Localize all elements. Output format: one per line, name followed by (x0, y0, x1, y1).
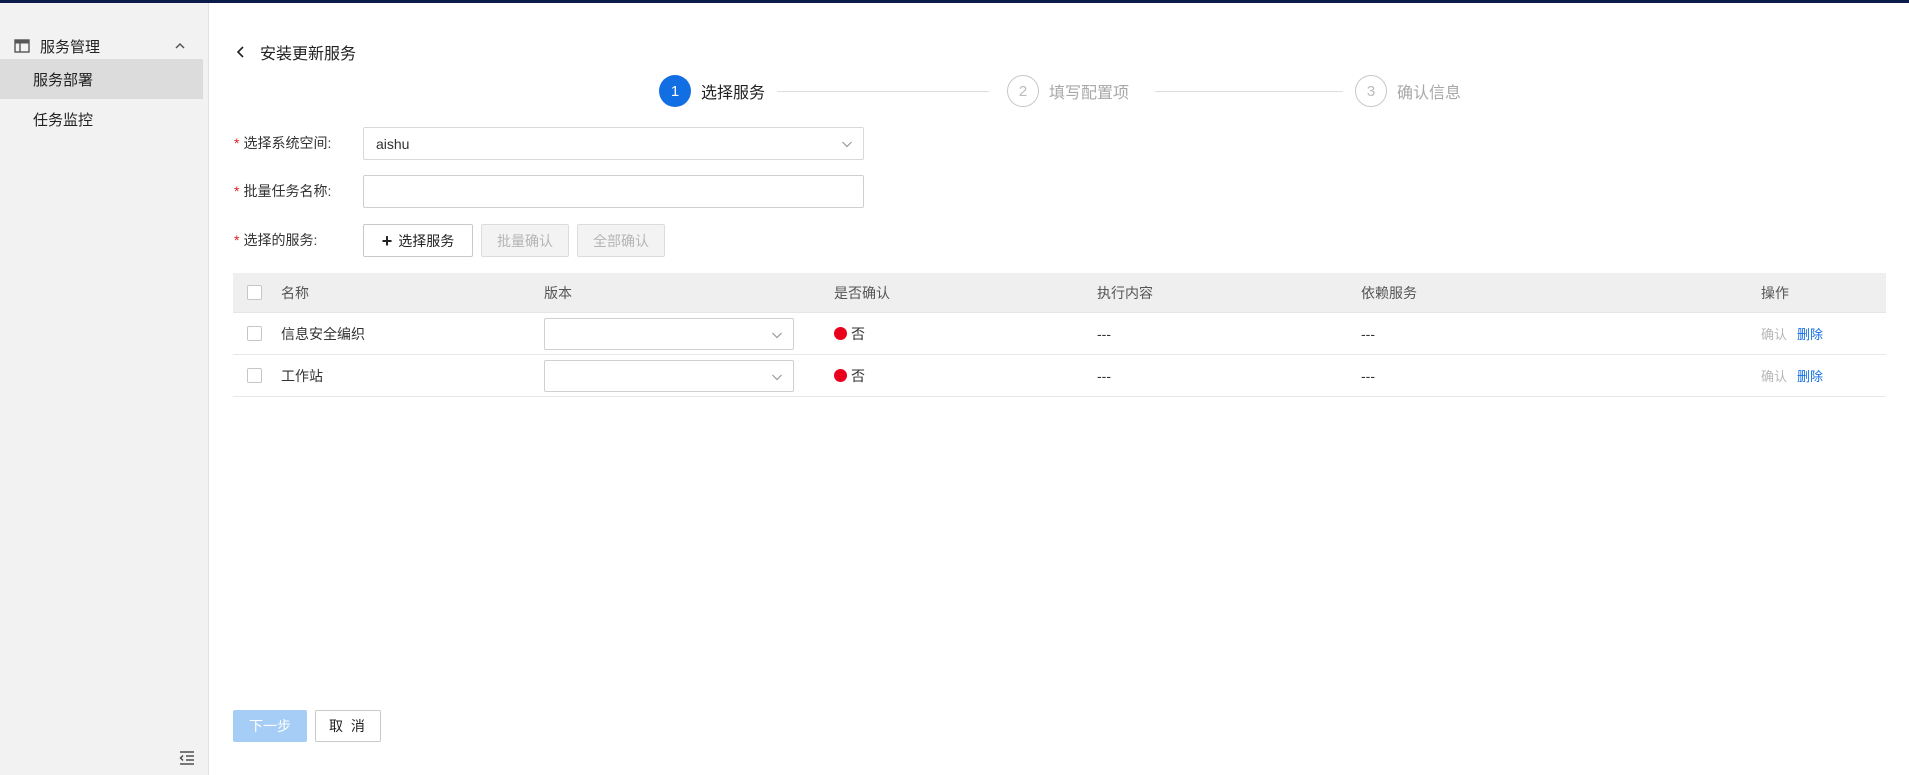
select-service-button-label: 选择服务 (398, 232, 455, 249)
column-header-dependency: 依赖服务 (1361, 284, 1417, 301)
column-header-actions: 操作 (1761, 284, 1789, 301)
table-row: 信息安全编织 否 --- --- 确认 删除 (233, 313, 1886, 355)
confirm-all-button[interactable]: 全部确认 (577, 224, 665, 257)
dependency: --- (1361, 325, 1375, 342)
task-name-label: * 批量任务名称: (234, 175, 331, 207)
sidebar-item-label: 服务部署 (33, 71, 94, 89)
select-all-checkbox[interactable] (247, 285, 262, 300)
namespace-select-value: aishu (376, 135, 410, 152)
sidebar: 服务管理 服务部署 任务监控 (0, 3, 209, 775)
next-step-button-label: 下一步 (249, 718, 291, 734)
step-fill-config: 2 填写配置项 (1007, 73, 1129, 109)
chevron-down-icon (772, 332, 782, 339)
services-label-text: 选择的服务: (243, 232, 318, 248)
menu-collapse-icon[interactable] (178, 750, 196, 766)
table-row: 工作站 否 --- --- 确认 删除 (233, 355, 1886, 397)
column-header-content: 执行内容 (1097, 284, 1153, 301)
row-checkbox[interactable] (247, 326, 262, 341)
step-number: 3 (1355, 75, 1387, 107)
confirm-status-text: 否 (851, 325, 865, 342)
namespace-label: * 选择系统空间: (234, 127, 331, 159)
cancel-button[interactable]: 取 消 (315, 710, 381, 742)
batch-confirm-button-label: 批量确认 (497, 232, 553, 249)
confirm-all-button-label: 全部确认 (593, 232, 649, 249)
chevron-up-icon[interactable] (173, 39, 187, 53)
row-actions: 确认 删除 (1761, 313, 1823, 354)
step-number: 2 (1007, 75, 1039, 107)
service-name: 信息安全编织 (281, 325, 365, 342)
row-delete-link[interactable]: 删除 (1797, 324, 1823, 343)
step-select-service: 1 选择服务 (659, 73, 765, 109)
step-connector (1155, 91, 1343, 92)
row-actions: 确认 删除 (1761, 355, 1823, 396)
page-title: 安装更新服务 (260, 46, 357, 63)
exec-content: --- (1097, 325, 1111, 342)
step-number: 1 (659, 75, 691, 107)
stepper: 1 选择服务 2 填写配置项 3 确认信息 (659, 73, 1479, 109)
sidebar-item-task-monitor[interactable]: 任务监控 (0, 99, 203, 139)
row-confirm-link[interactable]: 确认 (1761, 324, 1787, 343)
column-header-version: 版本 (544, 284, 572, 301)
column-header-confirmed: 是否确认 (834, 284, 890, 301)
plus-icon: + (381, 230, 393, 251)
status-dot-icon (834, 369, 847, 382)
row-checkbox[interactable] (247, 368, 262, 383)
step-label: 填写配置项 (1049, 85, 1130, 102)
required-mark: * (234, 135, 240, 151)
table-icon (14, 39, 30, 53)
cancel-button-label: 取 消 (329, 718, 367, 734)
select-service-button[interactable]: + 选择服务 (363, 224, 473, 257)
confirm-status: 否 (834, 313, 865, 354)
chevron-left-icon (236, 46, 244, 58)
chevron-down-icon (772, 374, 782, 381)
sidebar-group-label: 服务管理 (40, 38, 101, 56)
back-button[interactable]: 安装更新服务 (234, 40, 356, 64)
row-delete-link[interactable]: 删除 (1797, 366, 1823, 385)
table-header: 名称 版本 是否确认 执行内容 依赖服务 操作 (233, 273, 1886, 313)
confirm-status: 否 (834, 355, 865, 396)
task-name-input[interactable] (363, 175, 864, 208)
task-name-label-text: 批量任务名称: (243, 183, 332, 199)
version-select[interactable] (544, 360, 794, 392)
namespace-label-text: 选择系统空间: (243, 135, 332, 151)
status-dot-icon (834, 327, 847, 340)
step-label: 确认信息 (1397, 85, 1462, 102)
row-confirm-link[interactable]: 确认 (1761, 366, 1787, 385)
step-label: 选择服务 (701, 85, 766, 102)
service-name: 工作站 (281, 367, 323, 384)
row-checkbox-cell (247, 355, 262, 396)
row-checkbox-cell (247, 313, 262, 354)
services-table: 名称 版本 是否确认 执行内容 依赖服务 操作 信息安全编织 否 --- --- (233, 273, 1886, 397)
dependency: --- (1361, 367, 1375, 384)
sidebar-item-label: 任务监控 (33, 111, 94, 129)
step-confirm-info: 3 确认信息 (1355, 73, 1461, 109)
batch-confirm-button[interactable]: 批量确认 (481, 224, 569, 257)
select-all-checkbox-cell (247, 273, 262, 312)
column-header-name: 名称 (281, 284, 309, 301)
required-mark: * (234, 232, 240, 248)
exec-content: --- (1097, 367, 1111, 384)
namespace-select[interactable]: aishu (363, 127, 864, 160)
services-label: * 选择的服务: (234, 224, 317, 256)
main-content: 安装更新服务 1 选择服务 2 填写配置项 3 确认信息 * 选择系统空间: a… (210, 3, 1909, 775)
step-connector (777, 91, 989, 92)
required-mark: * (234, 183, 240, 199)
next-step-button[interactable]: 下一步 (233, 710, 307, 742)
version-select[interactable] (544, 318, 794, 350)
chevron-down-icon (842, 141, 852, 148)
sidebar-item-service-deploy[interactable]: 服务部署 (0, 59, 203, 99)
confirm-status-text: 否 (851, 367, 865, 384)
